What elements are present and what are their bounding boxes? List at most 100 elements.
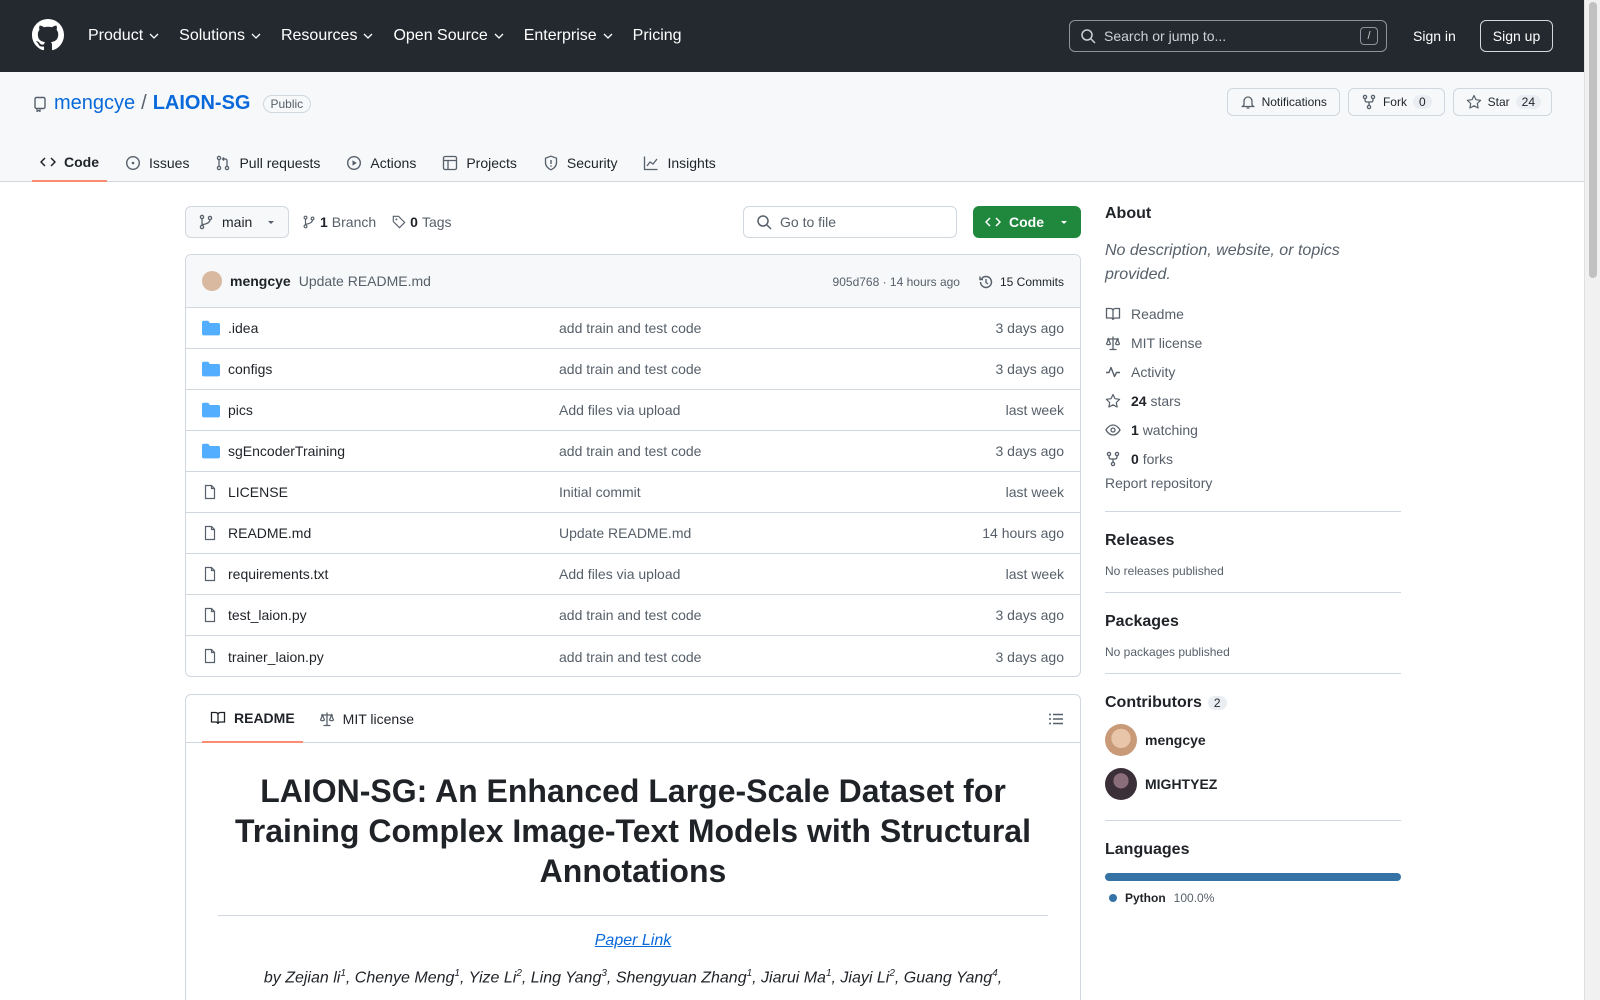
file-name-link[interactable]: requirements.txt <box>228 566 328 582</box>
forks-link[interactable]: 0 forks <box>1105 444 1401 473</box>
file-commit-message[interactable]: Add files via upload <box>559 566 680 582</box>
packages-heading[interactable]: Packages <box>1105 613 1401 631</box>
contributors-title: Contributors <box>1105 694 1202 711</box>
file-commit-message[interactable]: add train and test code <box>559 320 701 336</box>
law-icon <box>1105 336 1121 350</box>
nav-resources[interactable]: Resources <box>281 27 373 45</box>
file-name-link[interactable]: trainer_laion.py <box>228 649 324 665</box>
tab-projects[interactable]: Projects <box>434 144 525 182</box>
branch-select-button[interactable]: main <box>185 206 289 238</box>
file-name-link[interactable]: LICENSE <box>228 484 288 500</box>
code-dropdown-button[interactable]: Code <box>973 206 1081 238</box>
go-to-file-input[interactable]: Go to file <box>743 206 957 238</box>
forks-count: 0 <box>1131 450 1139 467</box>
file-name-link[interactable]: configs <box>228 361 272 377</box>
page-scrollbar[interactable] <box>1584 0 1600 1000</box>
nav-solutions[interactable]: Solutions <box>179 27 261 45</box>
file-commit-message[interactable]: add train and test code <box>559 361 701 377</box>
file-row[interactable]: configs add train and test code 3 days ago <box>186 349 1080 390</box>
tab-insights[interactable]: Insights <box>635 144 723 182</box>
tab-code[interactable]: Code <box>32 144 107 182</box>
commits-count-label: 15 Commits <box>999 274 1064 289</box>
file-icon <box>204 525 216 541</box>
license-link[interactable]: MIT license <box>1105 328 1401 357</box>
file-commit-message[interactable]: Initial commit <box>559 484 641 500</box>
file-row[interactable]: LICENSE Initial commit last week <box>186 472 1080 513</box>
language-item[interactable]: Python 100.0% <box>1105 891 1401 905</box>
file-commit-message[interactable]: add train and test code <box>559 443 701 459</box>
stars-link[interactable]: 24 stars <box>1105 386 1401 415</box>
file-name-link[interactable]: README.md <box>228 525 311 541</box>
file-commit-date: 3 days ago <box>995 607 1065 623</box>
releases-heading[interactable]: Releases <box>1105 532 1401 550</box>
avatar[interactable] <box>202 271 222 291</box>
tab-readme[interactable]: README <box>202 695 303 743</box>
file-row[interactable]: requirements.txt Add files via upload last… <box>186 554 1080 595</box>
fork-button[interactable]: Fork 0 <box>1347 88 1445 116</box>
tab-pull-requests[interactable]: Pull requests <box>207 144 328 182</box>
sign-up-button[interactable]: Sign up <box>1480 20 1553 52</box>
notifications-label: Notifications <box>1261 95 1327 109</box>
nav-pricing-label: Pricing <box>632 27 682 44</box>
file-name-link[interactable]: sgEncoderTraining <box>228 443 345 459</box>
file-commit-message[interactable]: Update README.md <box>559 525 691 541</box>
readme-authors: by Zejian li1, Chenye Meng1, Yize Li2, L… <box>263 968 1003 987</box>
github-logo-icon[interactable] <box>32 19 64 51</box>
file-row[interactable]: README.md Update README.md 14 hours ago <box>186 513 1080 554</box>
file-commit-message[interactable]: Add files via upload <box>559 402 680 418</box>
file-name-link[interactable]: .idea <box>228 320 258 336</box>
nav-open-source[interactable]: Open Source <box>393 27 504 45</box>
file-row[interactable]: sgEncoderTraining add train and test code… <box>186 431 1080 472</box>
file-type-icon <box>202 320 220 336</box>
file-name-link[interactable]: pics <box>228 402 253 418</box>
file-row[interactable]: trainer_laion.py add train and test code 3… <box>186 636 1080 676</box>
repo-name-link[interactable]: LAION-SG <box>153 92 251 115</box>
sign-in-link[interactable]: Sign in <box>1413 28 1456 44</box>
nav-enterprise[interactable]: Enterprise <box>524 27 613 45</box>
repo-tabs: Code Issues Pull requests Actions Projec… <box>32 144 734 182</box>
commit-hash-time[interactable]: 905d768 · 14 hours ago <box>833 275 960 289</box>
list-icon[interactable] <box>1048 711 1064 727</box>
nav-pricing[interactable]: Pricing <box>633 27 682 45</box>
repo-path-separator: / <box>141 92 147 114</box>
global-search-input[interactable]: Search or jump to... / <box>1069 20 1387 52</box>
star-label: Star <box>1487 95 1510 109</box>
law-icon <box>319 712 334 726</box>
repo-owner-link[interactable]: mengcye <box>54 92 135 115</box>
paper-link[interactable]: Paper Link <box>595 932 672 950</box>
contributors-heading[interactable]: Contributors 2 <box>1105 694 1401 712</box>
commits-link[interactable]: 15 Commits <box>978 274 1064 290</box>
tags-link[interactable]: 0 Tags <box>392 214 452 230</box>
file-row[interactable]: .idea add train and test code 3 days ago <box>186 308 1080 349</box>
nav-product[interactable]: Product <box>88 27 159 45</box>
contributor-name: mengcye <box>1145 732 1206 748</box>
tab-issues[interactable]: Issues <box>117 144 197 182</box>
watching-link[interactable]: 1 watching <box>1105 415 1401 444</box>
contributor-item[interactable]: mengcye <box>1105 724 1401 756</box>
file-commit-message[interactable]: add train and test code <box>559 649 701 665</box>
file-commit-message[interactable]: add train and test code <box>559 607 701 623</box>
chevron-down-icon <box>251 33 261 39</box>
tab-actions[interactable]: Actions <box>338 144 424 182</box>
file-row[interactable]: test_laion.py add train and test code 3 da… <box>186 595 1080 636</box>
report-repository-link[interactable]: Report repository <box>1105 475 1401 497</box>
tab-code-label: Code <box>64 154 99 170</box>
tag-label: Tags <box>421 214 452 230</box>
releases-section: Releases No releases published <box>1105 512 1401 578</box>
star-button[interactable]: Star 24 <box>1452 88 1552 116</box>
tab-security[interactable]: Security <box>535 144 626 182</box>
commit-author[interactable]: mengcye <box>230 273 291 289</box>
commit-message[interactable]: Update README.md <box>299 273 431 289</box>
readme-link[interactable]: Readme <box>1105 299 1401 328</box>
tab-license[interactable]: MIT license <box>311 695 422 743</box>
branches-link[interactable]: 1 Branch <box>302 214 376 230</box>
scrollbar-thumb[interactable] <box>1589 2 1597 278</box>
author-name: Shengyuan Zhang <box>615 969 747 987</box>
notifications-button[interactable]: Notifications <box>1226 88 1340 116</box>
file-name-link[interactable]: test_laion.py <box>228 607 307 623</box>
language-percent: 100.0% <box>1173 891 1215 905</box>
tab-license-label: MIT license <box>342 710 414 727</box>
contributor-item[interactable]: MIGHTYEZ <box>1105 768 1401 800</box>
activity-link[interactable]: Activity <box>1105 357 1401 386</box>
file-row[interactable]: pics Add files via upload last week <box>186 390 1080 431</box>
